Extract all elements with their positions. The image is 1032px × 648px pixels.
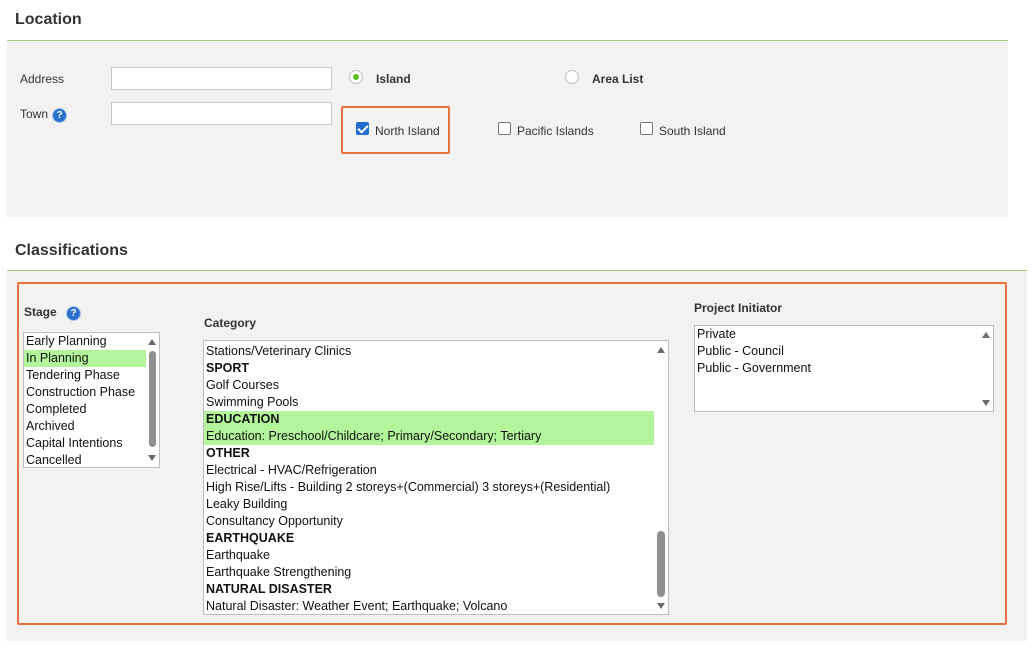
scroll-up-icon[interactable]	[657, 347, 665, 353]
category-listbox[interactable]: Stations/Veterinary Clinics SPORT Golf Cou…	[203, 340, 669, 615]
category-list-items: Stations/Veterinary Clinics SPORT Golf Cou…	[204, 343, 654, 614]
stage-option[interactable]: Cancelled	[24, 452, 146, 467]
stage-scrollbar[interactable]	[146, 333, 159, 467]
category-scrollbar[interactable]	[654, 341, 668, 614]
project-initiator-listbox[interactable]: Private Public - Council Public - Governme…	[694, 325, 994, 412]
initiator-option[interactable]: Public - Government	[695, 360, 979, 377]
classifications-section-title: Classifications	[15, 242, 128, 259]
stage-help-icon[interactable]: ?	[67, 307, 80, 320]
stage-option[interactable]: In Planning	[24, 350, 146, 367]
stage-option[interactable]: Archived	[24, 418, 146, 435]
town-input[interactable]	[111, 102, 332, 125]
south-island-checkbox[interactable]	[640, 122, 653, 135]
area-list-radio[interactable]	[565, 70, 579, 84]
initiator-option[interactable]: Public - Council	[695, 343, 979, 360]
category-group-header[interactable]: EARTHQUAKE	[204, 530, 654, 547]
stage-listbox[interactable]: Early Planning In Planning Tendering Phase…	[23, 332, 160, 468]
stage-option[interactable]: Completed	[24, 401, 146, 418]
area-list-radio-label[interactable]: Area List	[592, 72, 643, 86]
initiator-list-items: Private Public - Council Public - Governme…	[695, 326, 979, 377]
stage-option[interactable]: Capital Intentions	[24, 435, 146, 452]
category-option[interactable]: Leaky Building	[204, 496, 654, 513]
initiator-scrollbar[interactable]	[979, 326, 993, 411]
project-initiator-label: Project Initiator	[694, 301, 783, 315]
address-input[interactable]	[111, 67, 332, 90]
category-option[interactable]: Golf Courses	[204, 377, 654, 394]
north-island-checkbox[interactable]	[356, 122, 369, 135]
town-help-icon[interactable]: ?	[53, 109, 66, 122]
stage-option[interactable]: Construction Phase	[24, 384, 146, 401]
address-label: Address	[20, 72, 65, 86]
category-group-header[interactable]: EDUCATION	[204, 411, 654, 428]
scroll-up-icon[interactable]	[148, 339, 156, 345]
category-option[interactable]: Swimming Pools	[204, 394, 654, 411]
island-radio-label[interactable]: Island	[376, 72, 411, 86]
stage-option[interactable]: Tendering Phase	[24, 367, 146, 384]
scroll-down-icon[interactable]	[148, 455, 156, 461]
category-option[interactable]: Earthquake	[204, 547, 654, 564]
scroll-down-icon[interactable]	[657, 603, 665, 609]
category-label: Category	[204, 316, 257, 330]
scroll-down-icon[interactable]	[982, 400, 990, 406]
pacific-islands-checkbox[interactable]	[498, 122, 511, 135]
island-radio[interactable]	[349, 70, 363, 84]
stage-scroll-thumb[interactable]	[149, 351, 156, 447]
north-island-label[interactable]: North Island	[375, 124, 440, 138]
category-option[interactable]: Consultancy Opportunity	[204, 513, 654, 530]
scroll-up-icon[interactable]	[982, 332, 990, 338]
category-option[interactable]: Stations/Veterinary Clinics	[204, 343, 654, 360]
location-section-title: Location	[15, 11, 82, 28]
category-option[interactable]: Electrical - HVAC/Refrigeration	[204, 462, 654, 479]
category-group-header[interactable]: SPORT	[204, 360, 654, 377]
category-scroll-thumb[interactable]	[657, 531, 665, 597]
category-option[interactable]: Education: Preschool/Childcare; Primary/…	[204, 428, 654, 445]
pacific-islands-label[interactable]: Pacific Islands	[517, 124, 594, 138]
south-island-label[interactable]: South Island	[659, 124, 726, 138]
category-option[interactable]: High Rise/Lifts - Building 2 storeys+(Co…	[204, 479, 654, 496]
stage-option[interactable]: Early Planning	[24, 333, 146, 350]
category-option[interactable]: Natural Disaster: Weather Event; Earthqu…	[204, 598, 654, 614]
category-group-header[interactable]: OTHER	[204, 445, 654, 462]
stage-label: Stage	[24, 305, 57, 319]
town-label: Town	[20, 107, 49, 121]
category-option[interactable]: Earthquake Strengthening	[204, 564, 654, 581]
category-group-header[interactable]: NATURAL DISASTER	[204, 581, 654, 598]
initiator-option[interactable]: Private	[695, 326, 979, 343]
stage-list-items: Early Planning In Planning Tendering Phase…	[24, 333, 146, 467]
